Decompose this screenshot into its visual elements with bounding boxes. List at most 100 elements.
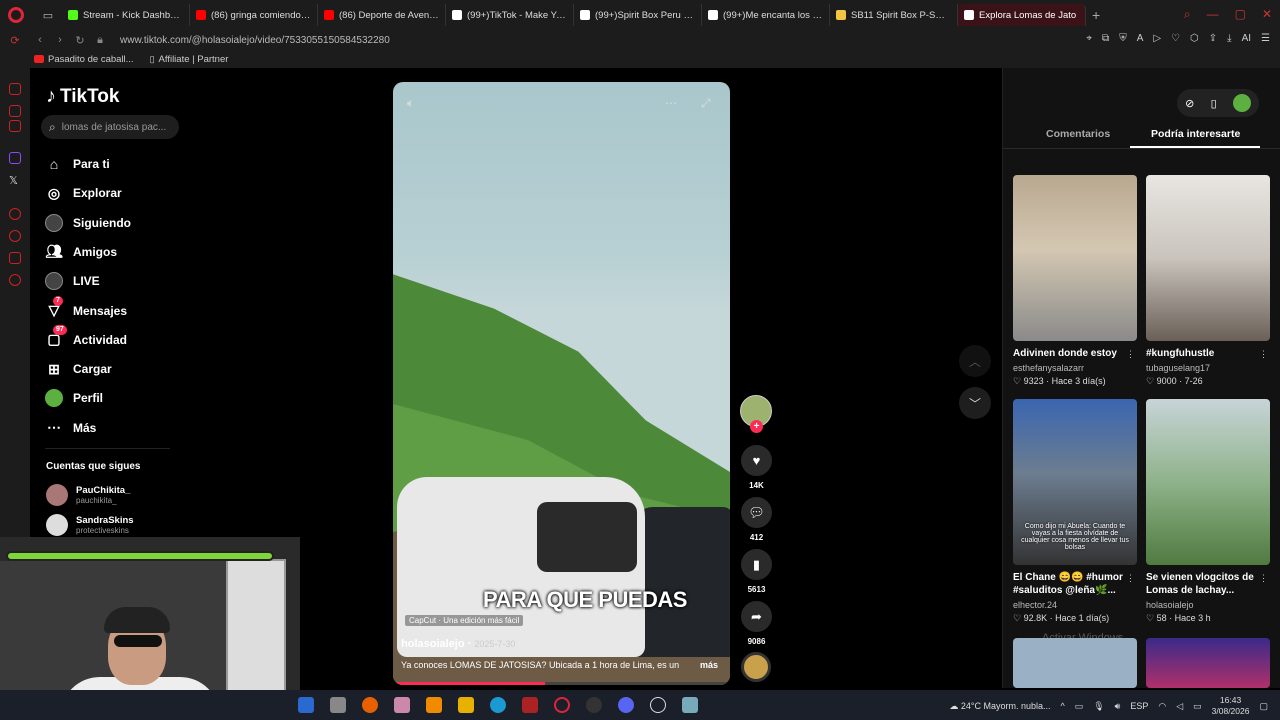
sound-disc-icon[interactable] (741, 652, 771, 682)
card-more-icon[interactable]: ⋮ (1259, 349, 1268, 360)
card-user[interactable]: holasoialejo (1146, 600, 1270, 610)
sync-icon[interactable]: ⟳ (0, 34, 30, 47)
screenshot-icon[interactable]: ⧉ (1102, 33, 1109, 44)
settings-icon[interactable] (9, 274, 21, 286)
video-author[interactable]: holasoialejo · 2025-7-30 (401, 638, 515, 650)
following-account[interactable]: PauChikita_ pauchikita_ (46, 484, 130, 506)
more-link[interactable]: más (700, 660, 718, 670)
x-icon[interactable]: 𝕏 (9, 175, 21, 187)
card-more-icon[interactable]: ⋮ (1259, 573, 1268, 584)
files-icon[interactable] (330, 697, 346, 713)
tab-recommended[interactable]: Podría interesarte (1151, 128, 1240, 140)
bookmark-item[interactable]: ▯ Affiliate | Partner (150, 54, 229, 65)
card-title[interactable]: El Chane 😄😄 #humor #saluditos @leña🌿... (1013, 571, 1137, 597)
bookmark-item[interactable]: Pasadito de caball... (34, 54, 134, 65)
video-progress-bar[interactable] (393, 682, 730, 685)
nav-item[interactable]: ⌂ Para ti (45, 155, 110, 173)
rail-icon-2[interactable] (9, 105, 21, 117)
capcut-label[interactable]: CapCut · Una edición más fácil (405, 615, 524, 626)
browser-tab[interactable]: (99+)TikTok - Make Your D (446, 4, 574, 26)
card-more-icon[interactable]: ⋮ (1126, 573, 1135, 584)
forward-button[interactable]: › (50, 34, 70, 46)
app-icon[interactable] (522, 697, 538, 713)
outlook-icon[interactable] (298, 697, 314, 713)
nav-item[interactable]: ▽ 7 Mensajes (45, 295, 127, 320)
card-user[interactable]: tubaguselang17 (1146, 363, 1270, 373)
nav-item[interactable]: LIVE (45, 272, 100, 291)
explorer-icon[interactable] (458, 697, 474, 713)
compass-icon[interactable]: ⊘ (1185, 97, 1194, 110)
recommended-video-card[interactable]: Se vienen vlogcitos de Lomas de lachay..… (1146, 399, 1270, 624)
video-thumbnail[interactable] (1146, 399, 1270, 565)
device-icon[interactable]: ▯ (1211, 97, 1217, 110)
rail-icon-5[interactable] (9, 252, 21, 264)
speaker-icon[interactable]: ◁ (1176, 701, 1183, 712)
recommended-video-card[interactable]: Como dijo mi Abuela: Cuando te vayas a l… (1013, 399, 1137, 624)
recommended-video-card[interactable]: #kungfuhustle ⋮ tubaguselang17 ♡ 9000 · 7-2… (1146, 175, 1270, 387)
copilot-icon[interactable] (394, 697, 410, 713)
opera-logo-icon[interactable] (8, 7, 24, 23)
browser-tab[interactable]: (86) gringa comiendo gato (190, 4, 318, 26)
card-title[interactable]: #kungfuhustle (1146, 347, 1270, 360)
extensions-icon[interactable]: ⬡ (1190, 33, 1199, 44)
follow-button[interactable]: + (750, 420, 763, 433)
rail-icon-4[interactable] (9, 208, 21, 220)
vlc-icon[interactable] (426, 697, 442, 713)
next-video-button[interactable]: ﹀ (959, 387, 991, 419)
ai-button[interactable]: AI (1242, 33, 1251, 44)
menu-icon[interactable]: ☰ (1261, 33, 1270, 44)
card-user[interactable]: elhector.24 (1013, 600, 1137, 610)
url-field[interactable]: www.tiktok.com/@holasoialejo/video/75330… (120, 35, 390, 46)
tab-grid-icon[interactable]: ▭ (34, 9, 62, 22)
video-player[interactable]: 🔈︎ ⋯ ⤢ PARA QUE PUEDAS CapCut · Una edic… (393, 82, 730, 685)
heart-icon[interactable]: ♡ (1171, 33, 1180, 44)
new-tab-button[interactable]: + (1092, 7, 1100, 23)
previous-video-button[interactable]: ︿ (959, 345, 991, 377)
browser-tab[interactable]: SB11 Spirit Box P-SB11 Gho (830, 4, 958, 26)
clock[interactable]: 16:43 3/08/2026 (1212, 695, 1250, 717)
fullscreen-icon[interactable]: ⤢ (701, 96, 711, 111)
browser-tab[interactable]: (99+)Spirit Box Peru | TikT (574, 4, 702, 26)
share-button[interactable]: ➦ 9086 (741, 601, 772, 646)
video-thumbnail[interactable] (1013, 638, 1137, 688)
twitch-icon[interactable] (9, 152, 21, 164)
recommended-video-card[interactable]: Adivinen donde estoy ⋮ esthefanysalazarr ♡ … (1013, 175, 1137, 387)
discord-icon[interactable] (618, 697, 634, 713)
mic-icon[interactable]: 🎙︎ (1093, 701, 1104, 712)
tab-comments[interactable]: Comentarios (1046, 128, 1110, 140)
card-user[interactable]: esthefanysalazarr (1013, 363, 1137, 373)
video-thumbnail[interactable] (1146, 638, 1270, 688)
video-thumbnail[interactable] (1146, 175, 1270, 341)
comment-button[interactable]: 💬︎ 412 (741, 497, 772, 542)
tiktok-logo[interactable]: ♪ TikTok (46, 85, 119, 108)
nav-item[interactable]: ◎ Explorar (45, 184, 122, 202)
following-account[interactable]: SandraSkins protectiveskins (46, 514, 134, 536)
history-icon[interactable] (9, 230, 21, 242)
nav-item[interactable]: Siguiendo (45, 213, 131, 232)
save-button[interactable]: ▮ 5613 (741, 549, 772, 594)
search-tabs-icon[interactable]: ⌕ (1184, 7, 1191, 22)
nav-item[interactable]: ⊞ Cargar (45, 360, 112, 378)
profile-avatar[interactable] (1232, 94, 1251, 112)
opera-taskbar-icon[interactable] (554, 697, 570, 713)
card-more-icon[interactable]: ⋮ (1126, 349, 1135, 360)
nav-item[interactable]: 👥︎ Amigos (45, 243, 117, 261)
reload-button[interactable]: ↻ (70, 34, 90, 47)
firefox-icon[interactable] (362, 697, 378, 713)
card-title[interactable]: Adivinen donde estoy (1013, 347, 1137, 360)
shield-icon[interactable]: ⛨ (1119, 33, 1127, 44)
back-button[interactable]: ‹ (30, 34, 50, 46)
obs-icon[interactable] (586, 697, 602, 713)
browser-tab[interactable]: Stream - Kick Dashboard (62, 4, 190, 26)
video-thumbnail[interactable]: Como dijo mi Abuela: Cuando te vayas a l… (1013, 399, 1137, 565)
download-icon[interactable]: ⤓ (1227, 33, 1231, 44)
card-title[interactable]: Se vienen vlogcitos de Lomas de lachay..… (1146, 571, 1270, 597)
volume-tray-icon[interactable]: 🔊︎ (1115, 701, 1121, 712)
volume-icon[interactable]: 🔈︎ (407, 96, 414, 111)
pin-icon[interactable]: ⌖ (1086, 33, 1092, 44)
rail-icon-1[interactable] (9, 83, 21, 95)
notifications-icon[interactable]: ▢ (1259, 701, 1268, 712)
browser-tab[interactable]: Explora Lomas de Jato (958, 4, 1086, 26)
play-icon[interactable]: ▷ (1153, 33, 1161, 44)
battery-icon[interactable]: ▭ (1193, 701, 1202, 712)
